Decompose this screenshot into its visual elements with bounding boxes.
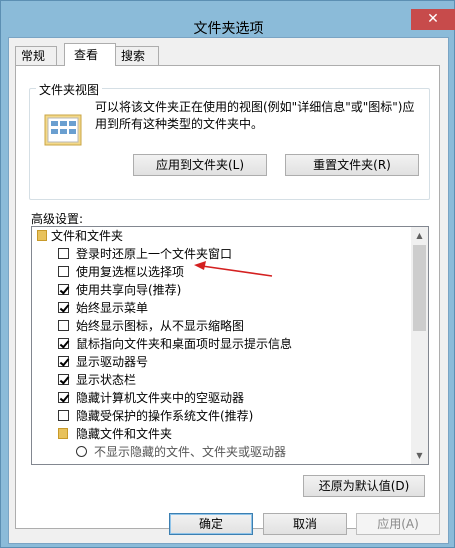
tab-view[interactable]: 查看 [64, 43, 116, 66]
apply-button[interactable]: 应用(A) [356, 513, 440, 535]
folder-icon [37, 230, 47, 241]
checkbox-checked[interactable] [58, 284, 69, 295]
reset-folders-button[interactable]: 重置文件夹(R) [285, 154, 419, 176]
tree-item-label: 隐藏文件和文件夹 [76, 427, 173, 441]
tree-item-label: 不显示隐藏的文件、文件夹或驱动器 [94, 445, 287, 459]
checkbox-checked[interactable] [58, 338, 69, 349]
checkbox-unchecked[interactable] [58, 248, 69, 259]
tree-item-label: 使用复选框以选择项 [76, 265, 185, 279]
tab-search-label: 搜索 [121, 49, 146, 63]
view-tab-panel: 文件夹视图 可以将该文件夹正在使用的视图(例如"详细信息"或"图标")应用到所有… [15, 65, 440, 529]
ok-button[interactable]: 确定 [169, 513, 253, 535]
checkbox-checked[interactable] [58, 302, 69, 313]
annotation-arrow-icon [194, 261, 273, 277]
checkbox-unchecked[interactable] [58, 320, 69, 331]
checkbox-unchecked[interactable] [58, 266, 69, 277]
close-button[interactable]: ✕ [411, 9, 455, 30]
scroll-up-arrow-icon[interactable]: ▲ [411, 227, 428, 244]
tree-item-label: 始终显示图标，从不显示缩略图 [76, 319, 245, 333]
radio-unselected[interactable] [76, 446, 87, 457]
tree-item-label: 隐藏受保护的操作系统文件(推荐) [76, 409, 254, 423]
scroll-down-arrow-icon[interactable]: ▼ [411, 447, 428, 464]
checkbox-checked[interactable] [58, 392, 69, 403]
restore-defaults-button[interactable]: 还原为默认值(D) [303, 475, 425, 497]
tree-item-label: 隐藏计算机文件夹中的空驱动器 [76, 391, 245, 405]
tree-item-label: 文件和文件夹 [51, 229, 124, 243]
dialog-client-area: 常规 查看 搜索 文件夹视图 可以将该文件夹正在使用的视图(例如"详细信息"或"… [8, 37, 449, 544]
close-icon: ✕ [427, 11, 439, 27]
tree-item-label: 显示驱动器号 [76, 355, 149, 369]
tree-item-label: 显示状态栏 [76, 373, 137, 387]
tab-search[interactable]: 搜索 [115, 46, 159, 65]
tree-item-label: 鼠标指向文件夹和桌面项时显示提示信息 [76, 337, 293, 351]
folder-view-title: 文件夹视图 [36, 81, 103, 98]
tree-scrollbar[interactable]: ▲ ▼ [411, 227, 428, 464]
checkbox-checked[interactable] [58, 374, 69, 385]
scrollbar-thumb[interactable] [413, 245, 426, 331]
tab-view-label: 查看 [74, 48, 99, 62]
tree-item-label: 使用共享向导(推荐) [76, 283, 182, 297]
tab-general-label: 常规 [21, 49, 46, 63]
checkbox-checked[interactable] [58, 356, 69, 367]
advanced-settings-label: 高级设置: [31, 212, 84, 226]
folder-view-group: 文件夹视图 可以将该文件夹正在使用的视图(例如"详细信息"或"图标")应用到所有… [29, 81, 430, 200]
apply-to-folders-button[interactable]: 应用到文件夹(L) [133, 154, 267, 176]
tree-item-label: 始终显示菜单 [76, 301, 149, 315]
window-title: 文件夹选项 [193, 21, 264, 37]
cancel-button[interactable]: 取消 [263, 513, 347, 535]
tab-general[interactable]: 常规 [15, 46, 57, 65]
title-bar[interactable]: 文件夹选项 ✕ [1, 7, 455, 37]
folder-view-icon [44, 114, 82, 146]
folder-icon [58, 428, 68, 439]
folder-options-window: 文件夹选项 ✕ 常规 查看 搜索 文件夹视图 可以将该文件夹正在使用的视图(例如… [0, 0, 455, 548]
folder-view-description: 可以将该文件夹正在使用的视图(例如"详细信息"或"图标")应用到所有这种类型的文… [95, 100, 415, 131]
checkbox-unchecked[interactable] [58, 410, 69, 421]
